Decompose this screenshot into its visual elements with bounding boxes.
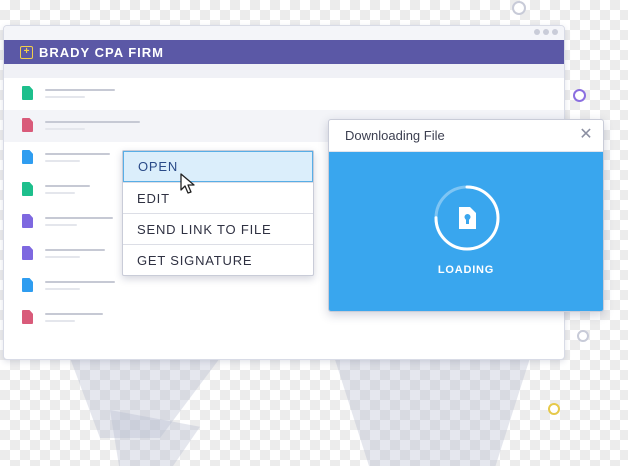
menu-item-label: OPEN <box>138 159 179 174</box>
window-dot[interactable] <box>534 29 540 35</box>
window-controls <box>534 29 558 35</box>
file-icon <box>22 278 33 292</box>
file-icon <box>22 310 33 324</box>
file-name-placeholder <box>45 185 90 187</box>
background-shape <box>334 358 530 466</box>
dialog-body: LOADING <box>329 152 603 311</box>
file-icon <box>22 118 33 132</box>
download-dialog: Downloading File ✕ LOADING <box>328 119 604 312</box>
firm-name: BRADY CPA FIRM <box>39 44 164 60</box>
file-meta-placeholder <box>45 160 80 162</box>
loading-status: LOADING <box>437 264 495 276</box>
menu-item-get-signature[interactable]: GET SIGNATURE <box>123 244 313 275</box>
file-meta-placeholder <box>45 192 75 194</box>
file-meta-placeholder <box>45 288 80 290</box>
menu-item-open[interactable]: OPEN <box>123 151 313 182</box>
dialog-title: Downloading File <box>345 128 445 143</box>
file-name-placeholder <box>45 249 105 251</box>
file-meta-placeholder <box>45 256 80 258</box>
context-menu: OPEN EDIT SEND LINK TO FILE GET SIGNATUR… <box>122 150 314 276</box>
file-name-placeholder <box>45 89 115 91</box>
menu-item-edit[interactable]: EDIT <box>123 182 313 213</box>
menu-item-label: GET SIGNATURE <box>137 252 253 268</box>
file-icon <box>22 150 33 164</box>
decor-ring <box>512 1 526 15</box>
file-meta-placeholder <box>45 128 85 130</box>
file-name-placeholder <box>45 121 140 123</box>
file-name-placeholder <box>45 281 115 283</box>
loading-spinner-icon <box>434 185 500 251</box>
toolbar-strip <box>4 64 564 78</box>
file-row[interactable] <box>4 78 564 110</box>
decor-ring <box>548 403 560 415</box>
mouse-pointer-icon <box>180 173 195 194</box>
file-name-placeholder <box>45 153 110 155</box>
file-name-placeholder <box>45 217 113 219</box>
menu-item-send-link[interactable]: SEND LINK TO FILE <box>123 213 313 244</box>
menu-item-label: SEND LINK TO FILE <box>137 221 272 237</box>
file-meta-placeholder <box>45 320 75 322</box>
window-dot[interactable] <box>552 29 558 35</box>
decor-ring <box>573 89 586 102</box>
file-icon <box>22 246 33 260</box>
file-meta-placeholder <box>45 96 85 98</box>
dialog-header: Downloading File ✕ <box>329 120 603 152</box>
file-icon <box>22 182 33 196</box>
firm-logo-icon: + <box>20 45 33 59</box>
file-meta-placeholder <box>45 224 77 226</box>
file-name-placeholder <box>45 313 103 315</box>
menu-item-label: EDIT <box>137 190 170 206</box>
window-dot[interactable] <box>543 29 549 35</box>
close-icon[interactable]: ✕ <box>577 126 595 144</box>
file-icon <box>22 214 33 228</box>
window-titlebar <box>4 26 564 40</box>
app-header: + BRADY CPA FIRM <box>4 40 564 64</box>
decor-ring <box>577 330 589 342</box>
file-icon <box>22 86 33 100</box>
